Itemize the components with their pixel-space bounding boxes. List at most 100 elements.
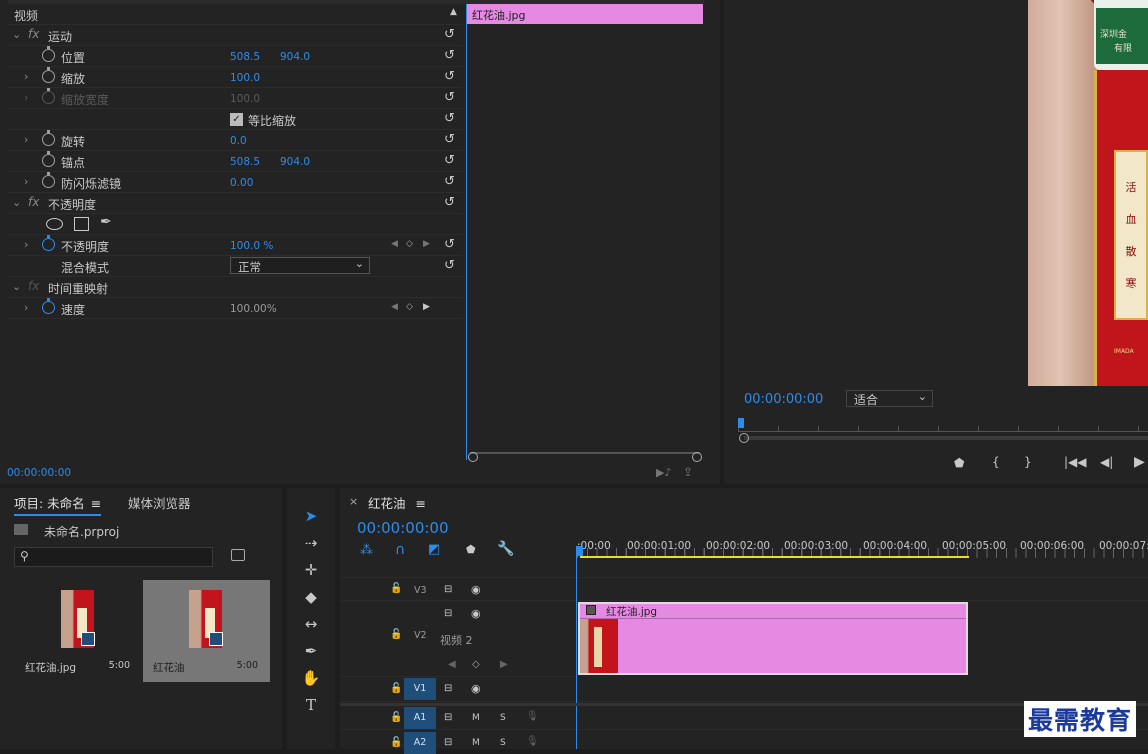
prev-keyframe-icon[interactable]: ◀ — [448, 659, 456, 670]
sync-lock-icon[interactable]: ⊟ — [444, 608, 452, 619]
add-marker-icon[interactable]: ⬟ — [466, 543, 476, 556]
timeline-clip[interactable]: 红花油.jpg — [578, 602, 968, 675]
lock-icon[interactable]: 🔓 — [390, 712, 402, 723]
chevron-down-icon[interactable]: ⌄ — [12, 196, 21, 209]
lock-icon[interactable]: 🔓 — [390, 683, 402, 694]
lock-icon[interactable]: 🔓 — [390, 737, 402, 748]
program-timecode[interactable]: 00:00:00:00 — [744, 392, 823, 407]
prev-keyframe-icon[interactable]: ◀ — [391, 239, 398, 249]
add-keyframe-icon[interactable]: ◇ — [406, 239, 413, 249]
zoom-handle-left[interactable] — [739, 433, 749, 443]
rectangle-mask-icon[interactable] — [74, 217, 89, 231]
fx-icon[interactable]: fx — [28, 27, 39, 41]
microphone-icon[interactable]: 🎙 — [526, 736, 539, 747]
track-v1-badge[interactable]: V1 — [404, 678, 436, 700]
program-ruler[interactable] — [738, 418, 1148, 432]
export-frame-icon[interactable]: ⇪ — [683, 465, 693, 479]
speed-value[interactable]: 100.00% — [230, 303, 277, 315]
pen-tool-icon[interactable]: ✒ — [297, 639, 325, 663]
anchor-x-value[interactable]: 508.5 — [230, 156, 260, 168]
stopwatch-icon[interactable] — [42, 151, 55, 167]
stopwatch-icon[interactable] — [42, 67, 55, 83]
program-zoom-bar[interactable] — [744, 436, 1148, 440]
nest-icon[interactable]: ⁂ — [360, 543, 373, 558]
next-keyframe-icon[interactable]: ▶ — [423, 302, 430, 312]
hand-tool-icon[interactable]: ✋ — [297, 666, 325, 690]
anchor-y-value[interactable]: 904.0 — [280, 156, 310, 168]
selection-tool-icon[interactable]: ➤ — [297, 504, 325, 528]
pen-mask-icon[interactable]: ✒ — [100, 214, 112, 230]
program-video-frame[interactable]: 深圳金 有限 活 血 散 寒 IMADA — [1028, 0, 1148, 386]
stopwatch-icon[interactable] — [42, 172, 55, 188]
chevron-right-icon[interactable]: › — [24, 133, 28, 146]
track-a2-badge[interactable]: A2 — [404, 732, 436, 754]
anti-flicker-value[interactable]: 0.00 — [230, 177, 253, 189]
timeline-playhead[interactable] — [576, 546, 583, 556]
uniform-scale-checkbox[interactable]: ✓ — [230, 113, 243, 126]
stopwatch-icon[interactable] — [42, 130, 55, 146]
effect-clip-bar[interactable]: 红花油.jpg — [467, 4, 703, 24]
scale-value[interactable]: 100.0 — [230, 72, 260, 84]
slip-tool-icon[interactable]: ↔ — [297, 612, 325, 636]
next-keyframe-icon[interactable]: ▶ — [500, 659, 508, 670]
scroll-handle-right[interactable] — [692, 452, 702, 462]
project-search-input[interactable]: ⚲ — [14, 547, 213, 567]
linked-selection-icon[interactable]: ◩ — [428, 542, 440, 557]
sync-lock-icon[interactable]: ⊟ — [444, 737, 452, 748]
chevron-right-icon[interactable]: › — [24, 70, 28, 83]
fx-icon[interactable]: fx — [28, 195, 39, 209]
type-tool-icon[interactable]: T — [297, 693, 325, 717]
work-area-bar[interactable] — [580, 556, 969, 558]
project-item-image[interactable]: 红花油.jpg 5:00 — [15, 580, 142, 682]
scroll-handle-left[interactable] — [468, 452, 478, 462]
chevron-right-icon[interactable]: › — [24, 175, 28, 188]
lock-icon[interactable]: 🔓 — [390, 583, 402, 594]
lane-v1[interactable] — [577, 677, 1148, 702]
opacity-value[interactable]: 100.0 % — [230, 240, 273, 252]
ellipse-mask-icon[interactable] — [46, 218, 63, 230]
fit-select[interactable]: 适合 ⌄ — [846, 390, 933, 407]
eye-icon[interactable]: ◉ — [471, 583, 481, 596]
stopwatch-icon[interactable] — [42, 235, 55, 251]
reset-icon[interactable]: ↺ — [444, 174, 455, 189]
chevron-down-icon[interactable]: ⌄ — [12, 28, 21, 41]
go-to-in-icon[interactable]: |◀◀ — [1064, 455, 1087, 469]
reset-icon[interactable]: ↺ — [444, 69, 455, 84]
effect-controls-timecode[interactable]: 00:00:00:00 — [7, 467, 71, 479]
step-back-icon[interactable]: ◀| — [1100, 455, 1113, 469]
find-icon[interactable] — [231, 549, 245, 561]
timeline-timecode[interactable]: 00:00:00:00 — [357, 519, 449, 537]
mark-out-icon[interactable]: } — [1024, 455, 1032, 469]
opacity-group[interactable]: ⌄ fx 不透明度 ↺ — [8, 193, 463, 214]
mark-in-icon[interactable]: { — [992, 455, 1000, 469]
add-marker-icon[interactable]: ⬟ — [954, 456, 964, 470]
eye-icon[interactable]: ◉ — [471, 682, 481, 695]
razor-tool-icon[interactable]: ◆ — [297, 585, 325, 609]
mute-button[interactable]: M — [472, 738, 480, 748]
tab-media-browser[interactable]: 媒体浏览器 — [128, 493, 191, 512]
mute-button[interactable]: M — [472, 713, 480, 723]
motion-group[interactable]: ⌄ fx 运动 ↺ — [8, 25, 463, 46]
snap-icon[interactable]: ∩ — [395, 542, 405, 558]
play-audio-icon[interactable]: ▶♪ — [656, 466, 671, 479]
menu-icon[interactable]: ≡ — [91, 496, 101, 511]
add-keyframe-icon[interactable]: ◇ — [406, 302, 413, 312]
next-keyframe-icon[interactable]: ▶ — [423, 239, 430, 249]
reset-icon[interactable]: ↺ — [444, 111, 455, 126]
chevron-down-icon[interactable]: ⌄ — [12, 280, 21, 293]
stopwatch-icon[interactable] — [42, 298, 55, 314]
sync-lock-icon[interactable]: ⊟ — [444, 712, 452, 723]
reset-icon[interactable]: ↺ — [444, 27, 455, 42]
eye-icon[interactable]: ◉ — [471, 607, 481, 620]
solo-button[interactable]: S — [500, 738, 506, 748]
reset-icon[interactable]: ↺ — [444, 258, 455, 273]
effect-timeline-scrollbar[interactable] — [470, 452, 700, 460]
rotation-value[interactable]: 0.0 — [230, 135, 247, 147]
play-icon[interactable]: ▶ — [1134, 454, 1145, 470]
solo-button[interactable]: S — [500, 713, 506, 723]
position-y-value[interactable]: 904.0 — [280, 51, 310, 63]
ripple-edit-tool-icon[interactable]: ✛ — [297, 558, 325, 582]
wrench-icon[interactable]: 🔧 — [497, 541, 514, 557]
program-playhead[interactable] — [738, 418, 744, 428]
blend-mode-select[interactable]: 正常 ⌄ — [230, 257, 370, 274]
